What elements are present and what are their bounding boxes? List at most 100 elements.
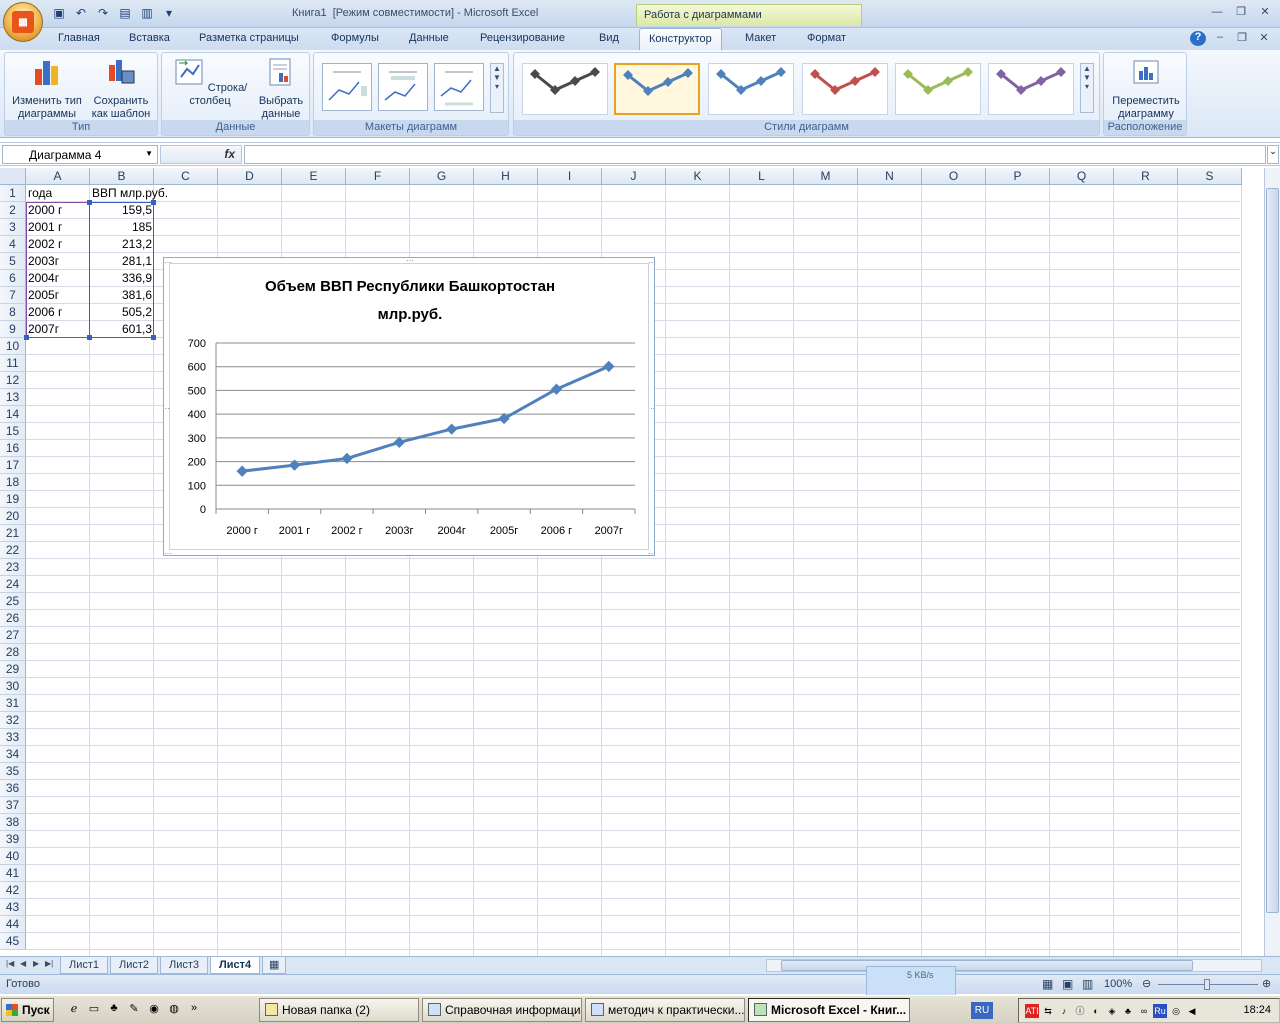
sheet-tab-1[interactable]: Лист1 (60, 957, 109, 974)
column-header-J[interactable]: J (602, 168, 666, 185)
cell-A1[interactable]: года (26, 185, 90, 202)
cell-B5[interactable]: 281,1 (90, 253, 154, 270)
restore-icon[interactable]: ❐ (1230, 4, 1252, 20)
row-header-6[interactable]: 6 (0, 270, 26, 287)
tab-formulas[interactable]: Формулы (331, 32, 379, 44)
cell-A9[interactable]: 2007г (26, 321, 90, 338)
row-header-20[interactable]: 20 (0, 508, 26, 525)
media-icon[interactable]: ◉ (146, 1002, 162, 1018)
cell-B8[interactable]: 505,2 (90, 304, 154, 321)
row-header-8[interactable]: 8 (0, 304, 26, 321)
formula-input[interactable] (244, 145, 1266, 164)
row-header-45[interactable]: 45 (0, 933, 26, 950)
row-header-36[interactable]: 36 (0, 780, 26, 797)
sheet-tab-2[interactable]: Лист2 (110, 957, 159, 974)
task-method-doc[interactable]: методич к практически... (585, 998, 745, 1022)
row-header-27[interactable]: 27 (0, 627, 26, 644)
task-help-doc[interactable]: Справочная информаци... (422, 998, 582, 1022)
column-header-L[interactable]: L (730, 168, 794, 185)
row-header-10[interactable]: 10 (0, 338, 26, 355)
clipboard-icon[interactable]: ▤ (116, 5, 134, 21)
chart-resize-handle[interactable]: ⋯ (648, 549, 656, 557)
row-header-41[interactable]: 41 (0, 865, 26, 882)
row-header-26[interactable]: 26 (0, 610, 26, 627)
row-header-31[interactable]: 31 (0, 695, 26, 712)
row-header-12[interactable]: 12 (0, 372, 26, 389)
tab-insert[interactable]: Вставка (129, 32, 170, 44)
column-header-D[interactable]: D (218, 168, 282, 185)
row-header-9[interactable]: 9 (0, 321, 26, 338)
row-header-11[interactable]: 11 (0, 355, 26, 372)
zoom-out-icon[interactable]: ⊖ (1142, 977, 1151, 990)
row-header-25[interactable]: 25 (0, 593, 26, 610)
tray-antivirus-icon[interactable]: ATI (1025, 1004, 1039, 1018)
cell-A8[interactable]: 2006 г (26, 304, 90, 321)
row-header-35[interactable]: 35 (0, 763, 26, 780)
save-icon[interactable]: ▣ (50, 5, 68, 21)
column-header-E[interactable]: E (282, 168, 346, 185)
tray-volume-icon[interactable]: ◀ (1185, 1004, 1199, 1018)
cell-A2[interactable]: 2000 г (26, 202, 90, 219)
language-indicator[interactable]: RU (971, 1002, 993, 1019)
range-resize-handle[interactable] (87, 335, 92, 340)
tab-view[interactable]: Вид (599, 32, 619, 44)
cell-B3[interactable]: 185 (90, 219, 154, 236)
cell-B2[interactable]: 159,5 (90, 202, 154, 219)
chart-resize-handle[interactable]: ⋯ (406, 551, 414, 557)
row-header-30[interactable]: 30 (0, 678, 26, 695)
doc-restore-icon[interactable]: ❐ (1234, 31, 1250, 46)
chart-layout-1[interactable] (322, 63, 372, 111)
tray-network-icon[interactable]: ⇆ (1041, 1004, 1055, 1018)
cell-A3[interactable]: 2001 г (26, 219, 90, 236)
view-normal-icon[interactable]: ▦ (1042, 977, 1053, 991)
chart-resize-handle[interactable]: ⋯ (164, 404, 170, 413)
column-header-Q[interactable]: Q (1050, 168, 1114, 185)
expand-formula-bar-icon[interactable]: ⌄ (1267, 145, 1279, 164)
view-page-layout-icon[interactable]: ▣ (1062, 977, 1073, 991)
row-header-17[interactable]: 17 (0, 457, 26, 474)
column-header-H[interactable]: H (474, 168, 538, 185)
horizontal-scroll-thumb[interactable] (781, 960, 1193, 971)
vertical-scroll-thumb[interactable] (1266, 188, 1279, 913)
column-header-O[interactable]: O (922, 168, 986, 185)
row-header-22[interactable]: 22 (0, 542, 26, 559)
row-header-21[interactable]: 21 (0, 525, 26, 542)
tab-page-layout[interactable]: Разметка страницы (199, 32, 299, 44)
column-header-P[interactable]: P (986, 168, 1050, 185)
cell-B6[interactable]: 336,9 (90, 270, 154, 287)
row-header-42[interactable]: 42 (0, 882, 26, 899)
column-header-F[interactable]: F (346, 168, 410, 185)
styles-gallery-scroll[interactable]: ▲ ▼ ▾ (1080, 63, 1094, 113)
paste-icon[interactable]: ▥ (138, 5, 156, 21)
save-as-template-button[interactable]: Сохранить как шаблон (87, 57, 155, 121)
row-header-3[interactable]: 3 (0, 219, 26, 236)
vertical-scrollbar[interactable] (1264, 168, 1280, 956)
sheet-tab-3[interactable]: Лист3 (160, 957, 209, 974)
horizontal-scrollbar[interactable] (766, 959, 1262, 972)
row-header-19[interactable]: 19 (0, 491, 26, 508)
tray-sound-icon[interactable]: ♪ (1057, 1004, 1071, 1018)
undo-icon[interactable]: ↶ (72, 5, 90, 21)
chart-resize-handle[interactable]: ⋯ (164, 549, 172, 557)
doc-close-icon[interactable]: ✕ (1256, 31, 1272, 46)
last-sheet-icon[interactable]: ▶| (45, 959, 53, 968)
tray-shield-icon[interactable]: ◈ (1105, 1004, 1119, 1018)
move-chart-button[interactable]: Переместить диаграмму (1106, 57, 1186, 121)
tab-format[interactable]: Формат (807, 32, 846, 44)
column-header-A[interactable]: A (26, 168, 90, 185)
column-header-N[interactable]: N (858, 168, 922, 185)
row-header-16[interactable]: 16 (0, 440, 26, 457)
cell-B4[interactable]: 213,2 (90, 236, 154, 253)
column-header-B[interactable]: B (90, 168, 154, 185)
customize-qat-icon[interactable]: ▾ (160, 5, 178, 21)
row-header-13[interactable]: 13 (0, 389, 26, 406)
row-header-2[interactable]: 2 (0, 202, 26, 219)
insert-function-icon[interactable]: fx (224, 147, 235, 161)
cell-B9[interactable]: 601,3 (90, 321, 154, 338)
cell-A7[interactable]: 2005г (26, 287, 90, 304)
help-icon[interactable]: ? (1190, 31, 1206, 46)
tab-data[interactable]: Данные (409, 32, 449, 44)
row-header-43[interactable]: 43 (0, 899, 26, 916)
prev-sheet-icon[interactable]: ◀ (20, 959, 26, 968)
next-sheet-icon[interactable]: ▶ (33, 959, 39, 968)
